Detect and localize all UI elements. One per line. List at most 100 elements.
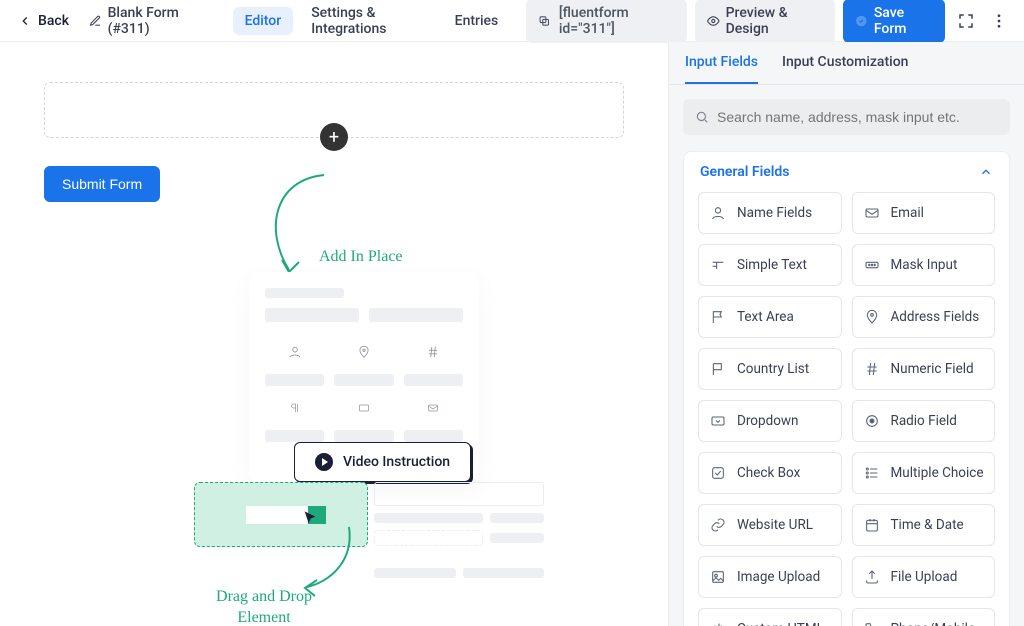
mail-icon bbox=[863, 205, 881, 221]
user-small-icon bbox=[288, 345, 302, 359]
field-card[interactable]: Check Box bbox=[698, 452, 842, 494]
shortcode-text: [fluentform id="311"] bbox=[559, 5, 675, 37]
canvas[interactable]: + Submit Form Add In Place bbox=[0, 42, 668, 626]
group-title: General Fields bbox=[700, 164, 789, 180]
video-label: Video Instruction bbox=[343, 454, 450, 470]
country-icon bbox=[709, 361, 727, 377]
field-card[interactable]: Custom HTML bbox=[698, 608, 842, 626]
field-card[interactable]: Time & Date bbox=[852, 504, 996, 546]
field-card[interactable]: Website URL bbox=[698, 504, 842, 546]
field-card[interactable]: Radio Field bbox=[852, 400, 996, 442]
dropdown-icon bbox=[709, 413, 727, 429]
field-card[interactable]: Mask Input bbox=[852, 244, 996, 286]
topbar: Back Blank Form (#311) Editor Settings &… bbox=[0, 0, 1024, 42]
upload-icon bbox=[863, 569, 881, 585]
calendar-icon bbox=[863, 517, 881, 533]
field-label: Mask Input bbox=[891, 257, 958, 273]
shortcode-copy[interactable]: [fluentform id="311"] bbox=[526, 0, 687, 43]
field-card[interactable]: Phone/Mobile bbox=[852, 608, 996, 626]
pin-small-icon bbox=[357, 345, 371, 359]
dropzone[interactable]: + bbox=[44, 82, 624, 138]
fullscreen-button[interactable] bbox=[953, 7, 978, 35]
list-icon bbox=[863, 465, 881, 481]
preview-button[interactable]: Preview & Design bbox=[695, 0, 835, 43]
search-box[interactable] bbox=[683, 99, 1010, 135]
field-card[interactable]: Text Area bbox=[698, 296, 842, 338]
para-small-icon bbox=[289, 401, 301, 415]
play-icon bbox=[315, 453, 333, 471]
back-label: Back bbox=[38, 13, 69, 29]
save-label: Save Form bbox=[874, 5, 934, 37]
form-title[interactable]: Blank Form (#311) bbox=[83, 1, 219, 41]
sidebar: Input Fields Input Customization General… bbox=[668, 42, 1024, 626]
preview-label: Preview & Design bbox=[726, 5, 824, 37]
main-area: + Submit Form Add In Place bbox=[0, 42, 1024, 626]
search-input[interactable] bbox=[717, 109, 998, 125]
field-card[interactable]: Multiple Choice bbox=[852, 452, 996, 494]
hint-drag-drop: Drag and Drop Element bbox=[194, 587, 334, 626]
pencil-icon bbox=[89, 14, 102, 28]
more-button[interactable] bbox=[987, 7, 1012, 35]
field-label: Simple Text bbox=[737, 257, 807, 273]
field-label: Multiple Choice bbox=[891, 465, 984, 481]
field-label: Phone/Mobile bbox=[891, 621, 976, 626]
field-label: Radio Field bbox=[891, 413, 957, 429]
expand-icon bbox=[957, 12, 975, 30]
field-card[interactable]: Image Upload bbox=[698, 556, 842, 598]
hint-add-in-place: Add In Place bbox=[319, 248, 403, 266]
field-label: Check Box bbox=[737, 465, 800, 481]
back-button[interactable]: Back bbox=[12, 9, 75, 33]
sidebar-tabs: Input Fields Input Customization bbox=[669, 42, 1024, 85]
chevron-up-icon bbox=[979, 165, 993, 179]
video-instruction-button[interactable]: Video Instruction bbox=[294, 442, 471, 482]
field-label: Text Area bbox=[737, 309, 794, 325]
form-title-text: Blank Form (#311) bbox=[108, 5, 213, 37]
tab-input-customization[interactable]: Input Customization bbox=[782, 54, 908, 84]
mask-icon bbox=[863, 257, 881, 273]
main-tabs: Editor Settings & Integrations Entries bbox=[233, 0, 511, 43]
check-circle-icon bbox=[855, 14, 868, 28]
field-label: Address Fields bbox=[891, 309, 980, 325]
mail-small-icon bbox=[425, 402, 441, 414]
user-icon bbox=[709, 205, 727, 221]
tab-input-fields[interactable]: Input Fields bbox=[685, 54, 758, 84]
radio-icon bbox=[863, 413, 881, 429]
field-card[interactable]: Address Fields bbox=[852, 296, 996, 338]
layout-preview bbox=[374, 482, 544, 578]
field-label: Website URL bbox=[737, 517, 813, 533]
field-label: Numeric Field bbox=[891, 361, 974, 377]
field-label: Time & Date bbox=[891, 517, 964, 533]
field-label: File Upload bbox=[891, 569, 958, 585]
hash-small-icon bbox=[426, 345, 440, 359]
field-card[interactable]: Email bbox=[852, 192, 996, 234]
search-icon bbox=[695, 110, 709, 124]
field-label: Dropdown bbox=[737, 413, 799, 429]
field-card[interactable]: Country List bbox=[698, 348, 842, 390]
field-card[interactable]: Numeric Field bbox=[852, 348, 996, 390]
submit-button[interactable]: Submit Form bbox=[44, 166, 160, 202]
field-label: Country List bbox=[737, 361, 809, 377]
save-button[interactable]: Save Form bbox=[843, 0, 945, 43]
phone-icon bbox=[863, 621, 881, 626]
arrow-left-icon bbox=[18, 14, 32, 28]
tab-entries[interactable]: Entries bbox=[443, 7, 511, 35]
accordion-header[interactable]: General Fields bbox=[684, 152, 1009, 192]
dots-vertical-icon bbox=[990, 12, 1008, 30]
eye-icon bbox=[707, 14, 720, 28]
image-icon bbox=[709, 569, 727, 585]
field-label: Custom HTML bbox=[737, 621, 824, 626]
field-card[interactable]: Name Fields bbox=[698, 192, 842, 234]
tab-editor[interactable]: Editor bbox=[233, 7, 294, 35]
add-field-button[interactable]: + bbox=[320, 123, 348, 151]
copy-icon bbox=[538, 14, 551, 28]
tab-settings[interactable]: Settings & Integrations bbox=[299, 0, 436, 43]
link-icon bbox=[709, 517, 727, 533]
check-icon bbox=[709, 465, 727, 481]
code-icon bbox=[709, 621, 727, 626]
card-small-icon bbox=[356, 402, 372, 414]
field-label: Name Fields bbox=[737, 205, 812, 221]
field-card[interactable]: Dropdown bbox=[698, 400, 842, 442]
field-card[interactable]: File Upload bbox=[852, 556, 996, 598]
field-card[interactable]: Simple Text bbox=[698, 244, 842, 286]
text-icon bbox=[709, 257, 727, 273]
